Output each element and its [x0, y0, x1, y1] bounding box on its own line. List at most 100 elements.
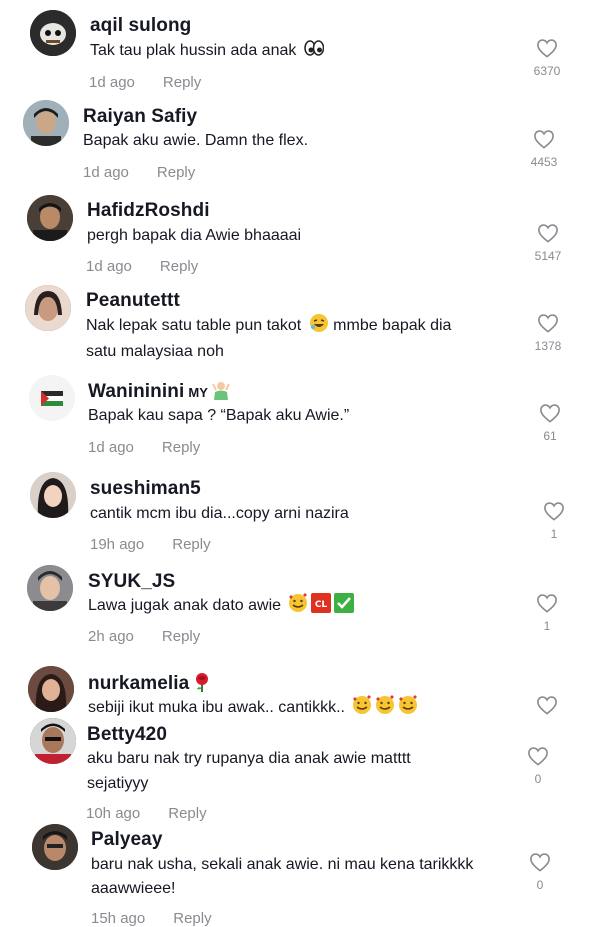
like-count: 61 [543, 429, 557, 443]
comment-item: Palyeay baru nak usha, sekali anak awie.… [0, 823, 590, 927]
like-button[interactable]: 61 [530, 403, 570, 443]
comment-meta: 1d ago Reply [88, 439, 200, 456]
comment-item: HafidzRoshdi pergh bapak dia Awie bhaaaa… [0, 190, 590, 285]
comment-meta: 1d ago Reply [89, 74, 201, 91]
avatar[interactable] [30, 472, 76, 518]
comment-meta: 19h ago Reply [90, 536, 211, 553]
comment-text-content: Bapak aku awie. Damn the flex. [83, 132, 309, 149]
country-badge: MY [188, 385, 209, 400]
username[interactable]: Wanininini MY [88, 380, 231, 403]
comment-text-line2: aaawwieee! [91, 880, 176, 897]
comment-meta: 2h ago Reply [88, 628, 200, 645]
avatar[interactable] [28, 666, 74, 712]
reply-button[interactable]: Reply [157, 164, 195, 181]
timestamp: 2h ago [88, 628, 134, 645]
heart-icon [528, 747, 548, 766]
comment-text: Bapak kau sapa ? “Bapak aku Awie.” [88, 403, 349, 429]
comment-item: aqil sulong Tak tau plak hussin ada anak… [0, 0, 590, 95]
avatar[interactable] [27, 195, 73, 241]
comment-text: Tak tau plak hussin ada anak [90, 38, 324, 64]
username-text[interactable]: Wanininini [88, 381, 184, 402]
avatar[interactable] [29, 375, 75, 421]
username[interactable]: Peanutettt [86, 290, 180, 312]
reply-button[interactable]: Reply [160, 258, 198, 275]
like-button[interactable]: 0 [518, 746, 558, 786]
timestamp: 1d ago [86, 258, 132, 275]
username[interactable]: sueshiman5 [90, 478, 201, 500]
comment-text: pergh bapak dia Awie bhaaaai [87, 223, 301, 249]
like-button[interactable]: 1 [527, 593, 567, 633]
comment-item: Wanininini MY Bapak kau sapa ? “Bapak aku… [0, 375, 590, 470]
username[interactable]: Betty420 [87, 724, 167, 746]
comment-meta: 10h ago Reply [86, 805, 207, 822]
reply-button[interactable]: Reply [162, 628, 200, 645]
like-count: 1 [550, 527, 558, 541]
like-count: 4453 [530, 155, 558, 169]
comment-text-line2: satu malaysiaa noh [86, 343, 224, 360]
comment-text: baru nak usha, sekali anak awie. ni mau … [91, 852, 473, 878]
comment-text-content: cantik mcm ibu dia...copy arni nazira [90, 505, 349, 522]
comment-meta: 15h ago Reply [91, 910, 212, 927]
like-count: 1 [543, 619, 551, 633]
like-button[interactable]: 0 [520, 852, 560, 892]
like-button[interactable]: 1 [534, 501, 574, 541]
timestamp: 1d ago [89, 74, 135, 91]
username-text[interactable]: nurkamelia [88, 673, 189, 694]
avatar[interactable] [23, 100, 69, 146]
person-emoji-icon [211, 380, 231, 400]
eyes-emoji-icon [304, 38, 324, 58]
comment-text-content: sebiji ikut muka ibu awak.. cantikkk.. [88, 699, 345, 716]
comment-text-content: Nak lepak satu table pun takot [86, 317, 302, 334]
avatar[interactable] [25, 285, 71, 331]
comment-item: Betty420 aku baru nak try rupanya dia an… [0, 718, 590, 823]
check-mark-button-icon [334, 593, 355, 613]
reply-button[interactable]: Reply [172, 536, 210, 553]
like-count: 6370 [533, 64, 561, 78]
like-count: 0 [534, 772, 542, 786]
heart-icon [540, 404, 560, 423]
username[interactable]: Palyeay [91, 829, 163, 851]
comment-item: Raiyan Safiy Bapak aku awie. Damn the fl… [0, 95, 590, 190]
comment-meta: 1d ago Reply [83, 164, 195, 181]
like-button[interactable] [527, 695, 567, 715]
comment-item: sueshiman5 cantik mcm ibu dia...copy arn… [0, 470, 590, 562]
username[interactable]: Raiyan Safiy [83, 106, 197, 128]
comment-text-content: pergh bapak dia Awie bhaaaai [87, 227, 302, 244]
avatar[interactable] [27, 565, 73, 611]
like-count: 1378 [534, 339, 562, 353]
reply-button[interactable]: Reply [173, 910, 211, 927]
comment-text: Lawa jugak anak dato awie CL [88, 593, 355, 619]
smiling-hearts-emoji-icon [398, 695, 418, 715]
heart-icon [538, 224, 558, 243]
timestamp: 15h ago [91, 910, 146, 927]
timestamp: 1d ago [88, 439, 134, 456]
like-button[interactable]: 4453 [524, 129, 564, 169]
heart-icon [537, 39, 557, 58]
username[interactable]: SYUK_JS [88, 571, 175, 593]
heart-icon [537, 696, 557, 715]
like-button[interactable]: 1378 [528, 313, 568, 353]
username[interactable]: HafidzRoshdi [87, 200, 210, 222]
comment-text-continued: mmbe bapak dia [333, 317, 452, 334]
smiling-hearts-emoji-icon [375, 695, 395, 715]
comment-item: nurkamelia sebiji ikut muka ibu awak.. c… [0, 660, 590, 720]
timestamp: 1d ago [83, 164, 129, 181]
smiling-hearts-emoji-icon [288, 593, 308, 613]
comment-text: aku baru nak try rupanya dia anak awie m… [87, 746, 411, 772]
comment-text: cantik mcm ibu dia...copy arni nazira [90, 501, 349, 527]
like-button[interactable]: 5147 [528, 223, 568, 263]
heart-icon [544, 502, 564, 521]
avatar[interactable] [30, 718, 76, 764]
comment-item: Peanutettt Nak lepak satu table pun tako… [0, 285, 590, 375]
avatar[interactable] [30, 10, 76, 56]
reply-button[interactable]: Reply [162, 439, 200, 456]
like-button[interactable]: 6370 [527, 38, 567, 78]
avatar[interactable] [32, 824, 78, 870]
cl-button-icon: CL [311, 593, 332, 613]
username[interactable]: nurkamelia [88, 672, 212, 695]
reply-button[interactable]: Reply [163, 74, 201, 91]
comment-meta: 1d ago Reply [86, 258, 198, 275]
heart-icon [534, 130, 554, 149]
reply-button[interactable]: Reply [168, 805, 206, 822]
username[interactable]: aqil sulong [90, 15, 191, 37]
